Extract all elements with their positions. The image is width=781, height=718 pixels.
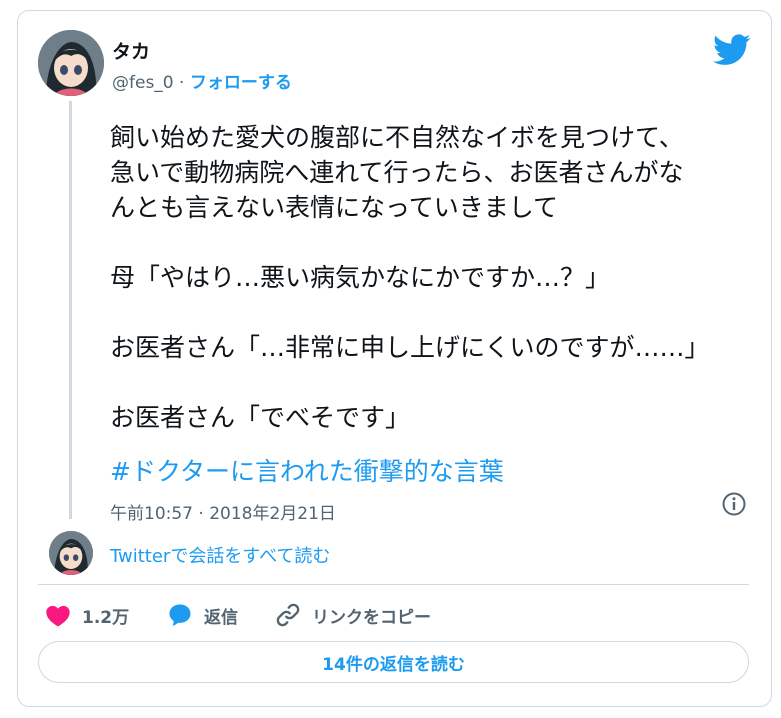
tweet-line: お医者さん「…非常に申し上げにくいのですが……」 bbox=[110, 333, 710, 362]
divider bbox=[38, 584, 749, 585]
conversation-avatar[interactable] bbox=[49, 531, 93, 575]
heart-icon bbox=[44, 601, 72, 629]
info-icon[interactable] bbox=[721, 491, 747, 517]
read-replies-button[interactable]: 14件の返信を読む bbox=[38, 641, 749, 683]
tweet-line: お医者さん「でべそです」 bbox=[110, 403, 411, 432]
author-avatar[interactable] bbox=[38, 30, 104, 96]
tweet-line: んとも言えない表情になっていきまして bbox=[110, 193, 559, 222]
link-icon bbox=[274, 601, 302, 629]
tweet-timestamp[interactable]: 午前10:57 · 2018年2月21日 bbox=[110, 499, 336, 524]
handle-separator: · bbox=[173, 73, 190, 93]
author-name[interactable]: タカ bbox=[112, 37, 150, 64]
follow-link[interactable]: フォローする bbox=[190, 73, 292, 93]
like-action[interactable]: 1.2万 bbox=[44, 599, 129, 631]
like-count: 1.2万 bbox=[82, 607, 130, 628]
tweet-text: 飼い始めた愛犬の腹部に不自然なイボを見つけて、 急いで動物病院へ連れて行ったら、… bbox=[110, 120, 760, 435]
reply-action[interactable]: 返信 bbox=[166, 599, 238, 631]
tweet-embed-card: タカ @fes_0 · フォローする 飼い始めた愛犬の腹部に不自然なイボを見つけ… bbox=[17, 10, 772, 707]
tweet-line: 母「やはり…悪い病気かなにかですか…？」 bbox=[110, 263, 611, 292]
reply-label: 返信 bbox=[204, 607, 238, 628]
copy-link-label: リンクをコピー bbox=[312, 607, 431, 628]
speech-bubble-icon bbox=[166, 601, 194, 629]
tweet-line: 飼い始めた愛犬の腹部に不自然なイボを見つけて、 bbox=[110, 123, 684, 152]
twitter-bird-icon[interactable] bbox=[713, 34, 751, 66]
thread-line bbox=[69, 101, 72, 519]
author-handle[interactable]: @fes_0 bbox=[112, 73, 174, 93]
read-conversation-link[interactable]: Twitterで会話をすべて読む bbox=[110, 542, 330, 568]
tweet-line: 急いで動物病院へ連れて行ったら、お医者さんがな bbox=[110, 158, 684, 187]
hashtag-link[interactable]: #ドクターに言われた衝撃的な言葉 bbox=[110, 454, 504, 489]
author-handle-row: @fes_0 · フォローする bbox=[112, 68, 292, 93]
copy-link-action[interactable]: リンクをコピー bbox=[274, 599, 431, 631]
